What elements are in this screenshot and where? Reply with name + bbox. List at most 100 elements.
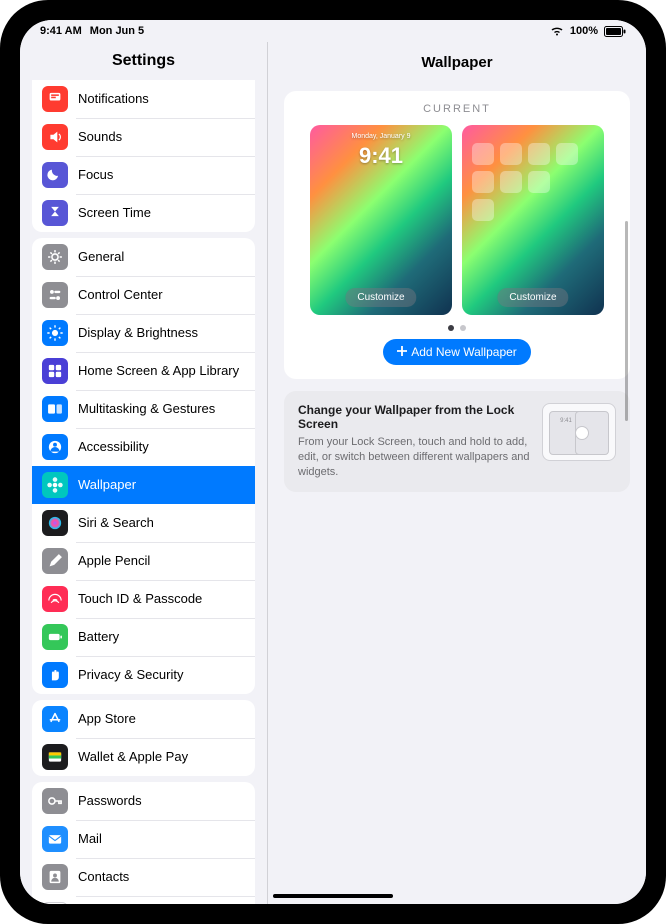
sidebar-item-app-store[interactable]: App Store bbox=[32, 700, 255, 738]
sidebar-item-label: General bbox=[78, 249, 245, 265]
current-label: CURRENT bbox=[298, 103, 616, 115]
speaker-icon bbox=[42, 124, 68, 150]
hand-icon bbox=[42, 662, 68, 688]
sidebar-item-label: Multitasking & Gestures bbox=[78, 401, 245, 417]
tip-illustration: 9:41 bbox=[542, 403, 616, 461]
sidebar-item-control-center[interactable]: Control Center bbox=[32, 276, 255, 314]
wifi-icon bbox=[550, 26, 564, 36]
sidebar-item-battery[interactable]: Battery bbox=[32, 618, 255, 656]
sidebar-group: Notifications Sounds Focus Screen Time bbox=[32, 80, 255, 232]
sidebar-item-screen-time[interactable]: Screen Time bbox=[32, 194, 255, 232]
hourglass-icon bbox=[42, 200, 68, 226]
key-icon bbox=[42, 788, 68, 814]
wallet-icon bbox=[42, 744, 68, 770]
sidebar-item-notifications[interactable]: Notifications bbox=[32, 80, 255, 118]
sidebar-item-passwords[interactable]: Passwords bbox=[32, 782, 255, 820]
home-screen-preview[interactable]: Customize bbox=[462, 125, 604, 315]
sidebar-item-label: Focus bbox=[78, 167, 245, 183]
sidebar-group: App Store Wallet & Apple Pay bbox=[32, 700, 255, 776]
sidebar-item-label: Passwords bbox=[78, 793, 245, 809]
sidebar-item-label: Wallpaper bbox=[78, 477, 245, 493]
sidebar-item-label: Mail bbox=[78, 831, 245, 847]
battery-icon bbox=[604, 26, 626, 37]
home-indicator[interactable] bbox=[273, 894, 393, 898]
customize-lock-button[interactable]: Customize bbox=[345, 288, 416, 307]
sidebar-item-label: Screen Time bbox=[78, 205, 245, 221]
sidebar-item-label: Siri & Search bbox=[78, 515, 245, 531]
add-new-wallpaper-button[interactable]: Add New Wallpaper bbox=[383, 339, 531, 365]
sidebar-item-label: Notifications bbox=[78, 91, 245, 107]
sidebar-item-label: Battery bbox=[78, 629, 245, 645]
calendar-icon bbox=[42, 902, 68, 904]
battery-icon bbox=[42, 624, 68, 650]
status-date: Mon Jun 5 bbox=[90, 25, 144, 37]
sidebar-item-general[interactable]: General bbox=[32, 238, 255, 276]
pencil-icon bbox=[42, 548, 68, 574]
lock-preview-date: Monday, January 9 bbox=[310, 133, 452, 140]
wallpaper-detail: Wallpaper CURRENT Monday, January 9 9:41… bbox=[268, 42, 646, 904]
tip-title: Change your Wallpaper from the Lock Scre… bbox=[298, 403, 530, 431]
fingerprint-icon bbox=[42, 586, 68, 612]
battery-percent: 100% bbox=[570, 25, 598, 37]
notif-icon bbox=[42, 86, 68, 112]
flower-icon bbox=[42, 472, 68, 498]
home-preview-apps bbox=[472, 143, 578, 221]
sidebar-item-privacy[interactable]: Privacy & Security bbox=[32, 656, 255, 694]
sidebar-item-label: Sounds bbox=[78, 129, 245, 145]
status-bar: 9:41 AM Mon Jun 5 100% bbox=[20, 20, 646, 42]
scroll-indicator[interactable] bbox=[625, 221, 628, 421]
sidebar-item-touch-id[interactable]: Touch ID & Passcode bbox=[32, 580, 255, 618]
mail-icon bbox=[42, 826, 68, 852]
siri-icon bbox=[42, 510, 68, 536]
contacts-icon bbox=[42, 864, 68, 890]
lock-preview-time: 9:41 bbox=[310, 143, 452, 169]
sidebar-item-label: Contacts bbox=[78, 869, 245, 885]
plus-icon bbox=[397, 345, 407, 359]
sidebar-item-sounds[interactable]: Sounds bbox=[32, 118, 255, 156]
sidebar-item-contacts[interactable]: Contacts bbox=[32, 858, 255, 896]
lock-screen-preview[interactable]: Monday, January 9 9:41 Customize bbox=[310, 125, 452, 315]
sidebar-item-label: App Store bbox=[78, 711, 245, 727]
sidebar-item-multitasking[interactable]: Multitasking & Gestures bbox=[32, 390, 255, 428]
appstore-icon bbox=[42, 706, 68, 732]
gear-icon bbox=[42, 244, 68, 270]
lock-screen-tip: Change your Wallpaper from the Lock Scre… bbox=[284, 391, 630, 492]
customize-home-button[interactable]: Customize bbox=[497, 288, 568, 307]
sidebar-item-calendar[interactable]: Calendar bbox=[32, 896, 255, 904]
rects-icon bbox=[42, 396, 68, 422]
grid-icon bbox=[42, 358, 68, 384]
sidebar-item-label: Apple Pencil bbox=[78, 553, 245, 569]
page-dot-2[interactable] bbox=[460, 325, 466, 331]
sidebar-item-label: Privacy & Security bbox=[78, 667, 245, 683]
sidebar-group: Passwords Mail Contacts Calendar bbox=[32, 782, 255, 904]
switches-icon bbox=[42, 282, 68, 308]
sidebar-item-mail[interactable]: Mail bbox=[32, 820, 255, 858]
sidebar-item-label: Wallet & Apple Pay bbox=[78, 749, 245, 765]
sidebar-item-label: Touch ID & Passcode bbox=[78, 591, 245, 607]
sidebar-group: General Control Center Display & Brightnes… bbox=[32, 238, 255, 694]
sidebar-item-home-screen[interactable]: Home Screen & App Library bbox=[32, 352, 255, 390]
settings-sidebar[interactable]: Settings Notifications Sounds Focus Screen … bbox=[20, 42, 268, 904]
status-time: 9:41 AM bbox=[40, 25, 82, 37]
screen: 9:41 AM Mon Jun 5 100% Settings Notifica… bbox=[20, 20, 646, 904]
sidebar-title: Settings bbox=[20, 42, 267, 80]
sidebar-item-wallpaper[interactable]: Wallpaper bbox=[32, 466, 255, 504]
sidebar-item-label: Display & Brightness bbox=[78, 325, 245, 341]
sidebar-item-wallet[interactable]: Wallet & Apple Pay bbox=[32, 738, 255, 776]
sidebar-item-label: Accessibility bbox=[78, 439, 245, 455]
moon-icon bbox=[42, 162, 68, 188]
sidebar-item-apple-pencil[interactable]: Apple Pencil bbox=[32, 542, 255, 580]
sidebar-item-label: Control Center bbox=[78, 287, 245, 303]
page-dots[interactable] bbox=[298, 325, 616, 331]
sidebar-item-label: Home Screen & App Library bbox=[78, 363, 245, 379]
sidebar-item-focus[interactable]: Focus bbox=[32, 156, 255, 194]
page-dot-1[interactable] bbox=[448, 325, 454, 331]
sun-icon bbox=[42, 320, 68, 346]
page-title: Wallpaper bbox=[268, 42, 646, 79]
device-frame: 9:41 AM Mon Jun 5 100% Settings Notifica… bbox=[0, 0, 666, 924]
person-icon bbox=[42, 434, 68, 460]
sidebar-item-accessibility[interactable]: Accessibility bbox=[32, 428, 255, 466]
sidebar-item-siri[interactable]: Siri & Search bbox=[32, 504, 255, 542]
sidebar-item-display[interactable]: Display & Brightness bbox=[32, 314, 255, 352]
tip-body: From your Lock Screen, touch and hold to… bbox=[298, 435, 530, 480]
